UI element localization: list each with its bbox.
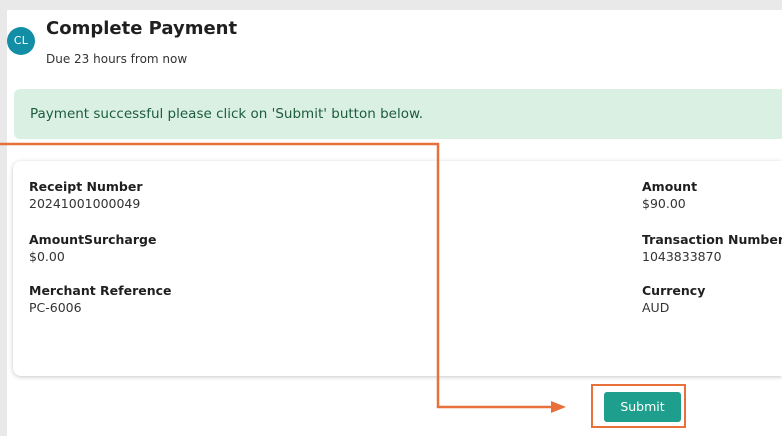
receipt-number-label: Receipt Number bbox=[29, 179, 143, 194]
success-alert-message: Payment successful please click on 'Subm… bbox=[30, 106, 424, 122]
amount-surcharge-value: $0.00 bbox=[29, 249, 65, 264]
currency-label: Currency bbox=[642, 283, 706, 298]
avatar: CL bbox=[7, 27, 35, 55]
transaction-number-value: 1043833870 bbox=[642, 249, 722, 264]
amount-value: $90.00 bbox=[642, 196, 686, 211]
receipt-details-card: Receipt Number 20241001000049 AmountSurc… bbox=[13, 161, 782, 376]
transaction-number-label: Transaction Number bbox=[642, 232, 782, 247]
amount-label: Amount bbox=[642, 179, 698, 194]
amount-surcharge-label: AmountSurcharge bbox=[29, 232, 157, 247]
transaction-number-field: Transaction Number 1043833870 bbox=[642, 232, 782, 265]
success-alert: Payment successful please click on 'Subm… bbox=[14, 89, 782, 139]
receipt-number-value: 20241001000049 bbox=[29, 196, 141, 211]
merchant-reference-field: Merchant Reference PC-6006 bbox=[29, 283, 172, 316]
submit-button[interactable]: Submit bbox=[604, 392, 681, 422]
due-text: Due 23 hours from now bbox=[46, 52, 188, 66]
receipt-number-field: Receipt Number 20241001000049 bbox=[29, 179, 143, 212]
amount-field: Amount $90.00 bbox=[642, 179, 697, 212]
amount-surcharge-field: AmountSurcharge $0.00 bbox=[29, 232, 156, 265]
merchant-reference-value: PC-6006 bbox=[29, 300, 82, 315]
merchant-reference-label: Merchant Reference bbox=[29, 283, 172, 298]
page-title: Complete Payment bbox=[46, 18, 238, 39]
currency-field: Currency AUD bbox=[642, 283, 705, 316]
currency-value: AUD bbox=[642, 300, 670, 315]
